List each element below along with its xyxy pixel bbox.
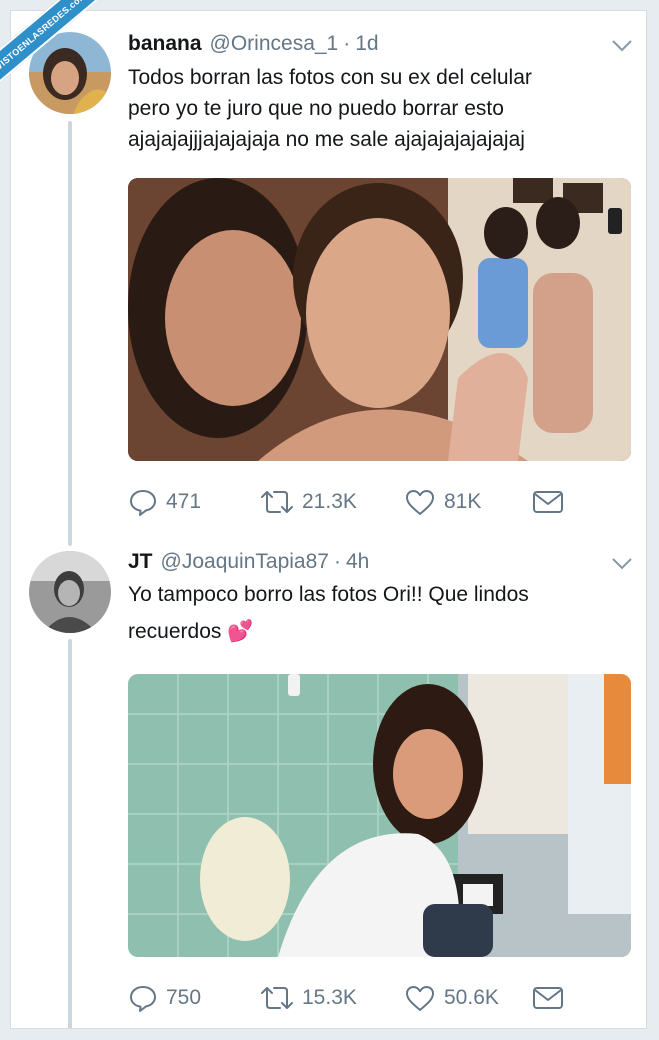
tweet-text-line: Todos borran las fotos con su ex del cel…: [128, 66, 532, 89]
thread-line: [68, 639, 72, 1028]
timestamp[interactable]: 4h: [346, 550, 369, 574]
direct-message-icon: [533, 987, 563, 1009]
tweet-text-line: Yo tampoco borro las fotos Ori!! Que lin…: [128, 583, 529, 606]
retweet-button[interactable]: 21.3K: [260, 485, 357, 519]
chevron-down-icon[interactable]: [611, 39, 633, 53]
timeline-card: banana @Orincesa_1 · 1d Todos borran las…: [10, 10, 647, 1029]
tweet-text: Todos borran las fotos con su ex del cel…: [128, 62, 633, 155]
tweet-actions: 471 21.3K 81K: [128, 485, 568, 519]
tweet-image-selfie[interactable]: [128, 178, 631, 461]
like-icon: [406, 490, 434, 515]
direct-message-icon: [533, 491, 563, 513]
tweet-text-line: pero yo te juro que no puedo borrar esto: [128, 97, 504, 120]
tweet-actions: 750 15.3K 50.6K: [128, 981, 568, 1015]
direct-message-button[interactable]: [532, 485, 572, 519]
retweet-button[interactable]: 15.3K: [260, 981, 357, 1015]
separator: ·: [343, 32, 351, 55]
tweet-text-line: recuerdos: [128, 620, 222, 643]
user-handle[interactable]: @JoaquinTapia87: [161, 550, 329, 574]
retweet-count: 15.3K: [302, 986, 357, 1009]
tweet-header: banana @Orincesa_1 · 1d: [128, 32, 379, 56]
like-icon: [406, 986, 434, 1011]
reply-count: 750: [166, 986, 202, 1009]
tweet-text: Yo tampoco borro las fotos Ori!! Que lin…: [128, 576, 633, 650]
timestamp[interactable]: 1d: [355, 32, 378, 56]
direct-message-button[interactable]: [532, 981, 572, 1015]
like-count: 50.6K: [444, 986, 499, 1009]
thread-line: [68, 121, 72, 546]
reply-button[interactable]: 750: [128, 981, 201, 1015]
reply-count: 471: [166, 490, 202, 513]
chevron-down-icon[interactable]: [611, 557, 633, 571]
user-handle[interactable]: @Orincesa_1: [210, 32, 339, 56]
retweet-count: 21.3K: [302, 490, 357, 513]
retweet-icon: [261, 987, 293, 1009]
like-button[interactable]: 81K: [404, 485, 481, 519]
tweet-header: JT @JoaquinTapia87 · 4h: [128, 550, 369, 574]
display-name[interactable]: banana: [128, 32, 202, 56]
reply-icon: [130, 490, 156, 516]
tweet-image-bathroom[interactable]: [128, 674, 631, 957]
separator: ·: [333, 550, 341, 573]
like-button[interactable]: 50.6K: [404, 981, 499, 1015]
like-count: 81K: [444, 490, 482, 513]
tweet-text-line: ajajajajjjajajajaja no me sale ajajajaja…: [128, 128, 525, 151]
avatar[interactable]: [29, 551, 111, 633]
display-name[interactable]: JT: [128, 550, 153, 574]
two-hearts-emoji: 💕: [227, 620, 254, 643]
retweet-icon: [261, 491, 293, 513]
reply-button[interactable]: 471: [128, 485, 201, 519]
reply-icon: [130, 986, 156, 1012]
